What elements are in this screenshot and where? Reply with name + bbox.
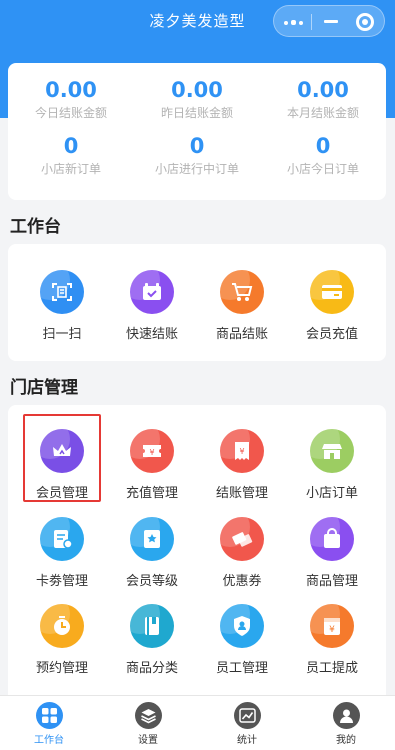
store-item-label: 预约管理 [35, 661, 88, 676]
svg-text:¥: ¥ [149, 448, 154, 457]
stat-label: 昨日结账金额 [160, 106, 233, 120]
store-item-label: 员工提成 [305, 661, 358, 676]
stat-yesterday-amount: 0.00 昨日结账金额 [134, 77, 260, 121]
stat-month-amount: 0.00 本月结账金额 [260, 77, 386, 121]
stat-label: 小店今日订单 [286, 162, 359, 176]
book-icon [130, 604, 174, 648]
store-item-label: 充值管理 [125, 486, 178, 501]
store-item-staff-commission[interactable]: ¥ 员工提成 [287, 604, 377, 676]
store-item-goods-category[interactable]: 商品分类 [107, 604, 197, 676]
stat-ongoing-orders: 0 小店进行中订单 [134, 133, 260, 177]
tab-settings[interactable]: 设置 [99, 702, 197, 746]
selection-highlight-box [23, 414, 101, 502]
workbench-item-label: 快速结账 [125, 327, 178, 342]
tab-statistics[interactable]: 统计 [198, 702, 296, 746]
stat-label: 小店进行中订单 [154, 162, 239, 176]
stats-card: 0.00 今日结账金额 0.00 昨日结账金额 0.00 本月结账金额 0 小店… [8, 63, 386, 200]
capsule-divider [311, 14, 312, 30]
svg-text:¥: ¥ [329, 625, 335, 635]
stat-value: 0.00 [297, 78, 349, 102]
workbench-item-label: 会员充值 [305, 327, 358, 342]
tab-bar: 工作台 设置 统计 我的 [0, 695, 395, 750]
chart-icon [233, 702, 261, 729]
coupon-list-icon [40, 517, 84, 561]
store-item-shop-orders[interactable]: 小店订单 [287, 429, 377, 501]
stat-new-orders: 0 小店新订单 [8, 133, 134, 177]
tab-mine[interactable]: 我的 [297, 702, 395, 746]
store-item-goods-management[interactable]: 商品管理 [287, 517, 377, 589]
workbench-item-quick-checkout[interactable]: 快速结账 [107, 270, 197, 342]
close-icon[interactable] [356, 13, 374, 31]
stat-value: 0.00 [45, 78, 97, 102]
money-box-icon: ¥ [310, 604, 354, 648]
stat-value: 0 [63, 134, 79, 158]
minimize-icon[interactable] [324, 20, 338, 23]
store-item-label: 商品管理 [305, 574, 358, 589]
store-item-checkout-management[interactable]: ¥ 结账管理 [197, 429, 287, 501]
stat-label: 本月结账金额 [286, 106, 359, 120]
workbench-card: 扫一扫 快速结账 商品结账 会员充值 [8, 244, 386, 361]
wallet-icon [130, 270, 174, 314]
workbench-item-label: 商品结账 [215, 327, 268, 342]
store-item-label: 结账管理 [215, 486, 268, 501]
scan-icon [40, 270, 84, 314]
tab-label: 统计 [237, 735, 257, 746]
stat-value: 0.00 [171, 78, 223, 102]
stat-value: 0 [315, 134, 331, 158]
store-item-appointment-management[interactable]: 预约管理 [17, 604, 107, 676]
tab-workbench[interactable]: 工作台 [0, 702, 98, 746]
badge-icon [130, 517, 174, 561]
shop-icon [310, 429, 354, 473]
svg-text:¥: ¥ [239, 447, 244, 456]
store-item-staff-management[interactable]: 员工管理 [197, 604, 287, 676]
store-item-label: 员工管理 [215, 661, 268, 676]
ticket-icon: ¥ [130, 429, 174, 473]
user-icon [332, 702, 360, 729]
tickets-icon [220, 517, 264, 561]
stat-today-orders: 0 小店今日订单 [260, 133, 386, 177]
shield-user-icon [220, 604, 264, 648]
tab-label: 设置 [138, 735, 158, 746]
store-item-label: 商品分类 [125, 661, 178, 676]
store-item-recharge-management[interactable]: ¥ 充值管理 [107, 429, 197, 501]
store-item-label: 优惠券 [222, 574, 262, 589]
store-item-label: 卡劵管理 [35, 574, 88, 589]
workbench-item-member-recharge[interactable]: 会员充值 [287, 270, 377, 342]
store-item-card-coupon-management[interactable]: 卡劵管理 [17, 517, 107, 589]
tab-label: 我的 [336, 735, 356, 746]
workbench-item-goods-checkout[interactable]: 商品结账 [197, 270, 287, 342]
stat-value: 0 [189, 134, 205, 158]
card-icon [310, 270, 354, 314]
grid-icon [35, 702, 63, 729]
tab-label: 工作台 [34, 735, 64, 746]
store-item-member-level[interactable]: 会员等级 [107, 517, 197, 589]
store-item-label: 会员等级 [125, 574, 178, 589]
cart-icon [220, 270, 264, 314]
section-title-workbench: 工作台 [10, 217, 61, 237]
stat-today-amount: 0.00 今日结账金额 [8, 77, 134, 121]
mini-program-capsule [273, 5, 385, 37]
clock-icon [40, 604, 84, 648]
workbench-item-label: 扫一扫 [42, 327, 82, 342]
layers-icon [134, 702, 162, 729]
store-item-label: 小店订单 [305, 486, 358, 501]
bill-icon: ¥ [220, 429, 264, 473]
section-title-store: 门店管理 [10, 378, 78, 398]
stat-label: 今日结账金额 [34, 106, 107, 120]
bag-icon [310, 517, 354, 561]
stat-label: 小店新订单 [40, 162, 101, 176]
store-item-coupons[interactable]: 优惠券 [197, 517, 287, 589]
workbench-item-scan[interactable]: 扫一扫 [17, 270, 107, 342]
